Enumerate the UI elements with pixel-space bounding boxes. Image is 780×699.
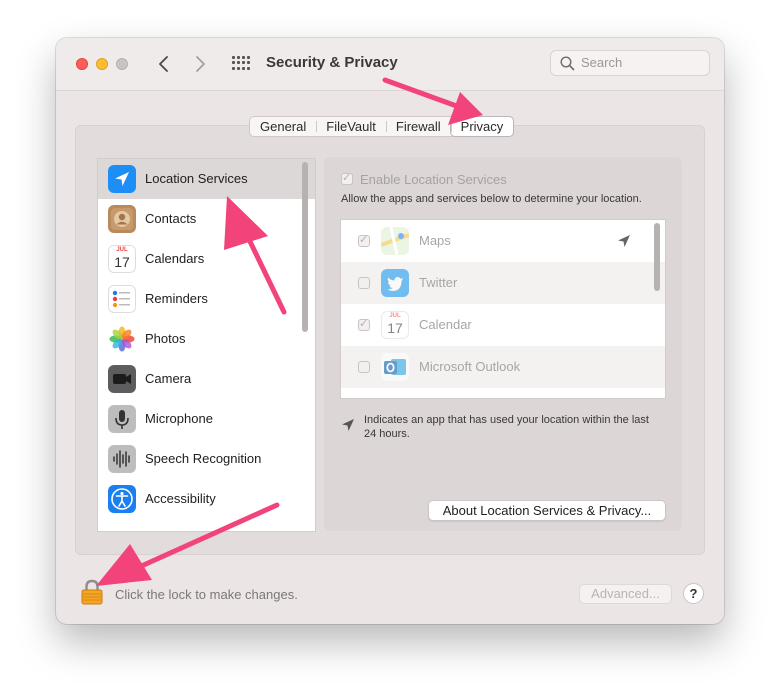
app-name: Microsoft Outlook bbox=[419, 359, 521, 374]
app-row-calendar[interactable]: JUL 17 Calendar bbox=[341, 304, 665, 346]
tab-general[interactable]: General bbox=[250, 117, 316, 136]
tab-bar: General FileVault Firewall Privacy bbox=[249, 116, 515, 137]
sidebar-item-calendars[interactable]: JUL 17 Calendars bbox=[98, 239, 315, 279]
window-title: Security & Privacy bbox=[266, 54, 398, 71]
help-button[interactable]: ? bbox=[683, 583, 704, 604]
app-checkbox[interactable] bbox=[358, 233, 370, 247]
chevron-left-icon bbox=[159, 56, 168, 72]
sidebar-item-label: Contacts bbox=[145, 211, 197, 226]
calendar-icon: JUL 17 bbox=[108, 245, 136, 273]
zoom-button[interactable] bbox=[116, 58, 128, 70]
lock-icon[interactable] bbox=[80, 578, 104, 606]
location-icon bbox=[108, 165, 136, 193]
sidebar-item-contacts[interactable]: Contacts bbox=[98, 199, 315, 239]
advanced-button[interactable]: Advanced... bbox=[579, 584, 672, 604]
app-row-maps[interactable]: Maps bbox=[341, 220, 665, 262]
app-row-microsoft-outlook[interactable]: Microsoft Outlook bbox=[341, 346, 665, 388]
twitter-icon bbox=[381, 269, 409, 297]
privacy-category-list[interactable]: Location Services Contacts JUL 17 Calend… bbox=[97, 158, 316, 532]
calendar-icon: JUL 17 bbox=[381, 311, 409, 339]
speech-recognition-icon bbox=[108, 445, 136, 473]
sidebar-item-location-services[interactable]: Location Services bbox=[98, 159, 315, 199]
about-location-privacy-button[interactable]: About Location Services & Privacy... bbox=[428, 500, 666, 521]
location-arrow-icon bbox=[618, 235, 630, 247]
sidebar-item-label: Microphone bbox=[145, 411, 213, 426]
lock-hint: Click the lock to make changes. bbox=[115, 587, 298, 602]
accessibility-icon bbox=[108, 485, 136, 513]
app-name: Twitter bbox=[419, 275, 458, 290]
tab-filevault[interactable]: FileVault bbox=[316, 117, 386, 136]
location-arrow-icon bbox=[342, 419, 354, 431]
show-all-grid-icon[interactable] bbox=[232, 56, 250, 70]
sidebar-item-label: Camera bbox=[145, 371, 192, 386]
location-apps-list[interactable]: Maps Twitter JUL 17 Calendar bbox=[340, 219, 666, 399]
sidebar-item-accessibility[interactable]: Accessibility bbox=[98, 479, 315, 519]
sidebar-item-reminders[interactable]: Reminders bbox=[98, 279, 315, 319]
search-icon bbox=[560, 56, 575, 71]
app-checkbox[interactable] bbox=[358, 361, 370, 373]
security-privacy-window: Security & Privacy General FileVault Fir… bbox=[56, 38, 724, 624]
app-name: Maps bbox=[419, 233, 451, 248]
outlook-icon bbox=[381, 353, 409, 381]
search-field[interactable] bbox=[550, 50, 710, 76]
reminders-icon bbox=[108, 285, 136, 313]
sidebar-item-speech-recognition[interactable]: Speech Recognition bbox=[98, 439, 315, 479]
sidebar-item-label: Reminders bbox=[145, 291, 208, 306]
app-name: Calendar bbox=[419, 317, 472, 332]
app-checkbox[interactable] bbox=[358, 317, 370, 331]
camera-icon bbox=[108, 365, 136, 393]
sidebar-item-camera[interactable]: Camera bbox=[98, 359, 315, 399]
sidebar-item-label: Location Services bbox=[145, 171, 248, 186]
close-button[interactable] bbox=[76, 58, 88, 70]
tab-firewall[interactable]: Firewall bbox=[385, 117, 451, 136]
search-input[interactable] bbox=[581, 55, 701, 70]
tab-privacy[interactable]: Privacy bbox=[450, 117, 514, 136]
sidebar-item-label: Calendars bbox=[145, 251, 205, 266]
app-checkbox[interactable] bbox=[358, 277, 370, 289]
title-bar: Security & Privacy bbox=[56, 38, 724, 91]
sidebar-item-label: Photos bbox=[145, 331, 186, 346]
enable-location-checkbox[interactable] bbox=[341, 171, 353, 185]
forward-button[interactable] bbox=[189, 52, 211, 76]
recent-use-note: Indicates an app that has used your loca… bbox=[364, 414, 649, 440]
back-button[interactable] bbox=[153, 52, 175, 76]
sidebar-item-label: Speech Recognition bbox=[145, 451, 262, 466]
sidebar-item-photos[interactable]: Photos bbox=[98, 319, 315, 359]
sidebar-item-microphone[interactable]: Microphone bbox=[98, 399, 315, 439]
microphone-icon bbox=[108, 405, 136, 433]
app-row-twitter[interactable]: Twitter bbox=[341, 262, 665, 304]
location-services-pane: Enable Location Services Allow the apps … bbox=[324, 157, 682, 531]
photos-icon bbox=[108, 325, 136, 353]
enable-location-label: Enable Location Services bbox=[360, 172, 507, 187]
contacts-icon bbox=[108, 205, 136, 233]
apps-scrollbar[interactable] bbox=[654, 223, 660, 291]
allow-description: Allow the apps and services below to det… bbox=[341, 193, 642, 205]
sidebar-scrollbar[interactable] bbox=[302, 162, 308, 332]
minimize-button[interactable] bbox=[96, 58, 108, 70]
sidebar-item-label: Accessibility bbox=[145, 491, 216, 506]
chevron-right-icon bbox=[196, 56, 205, 72]
maps-icon bbox=[381, 227, 409, 255]
